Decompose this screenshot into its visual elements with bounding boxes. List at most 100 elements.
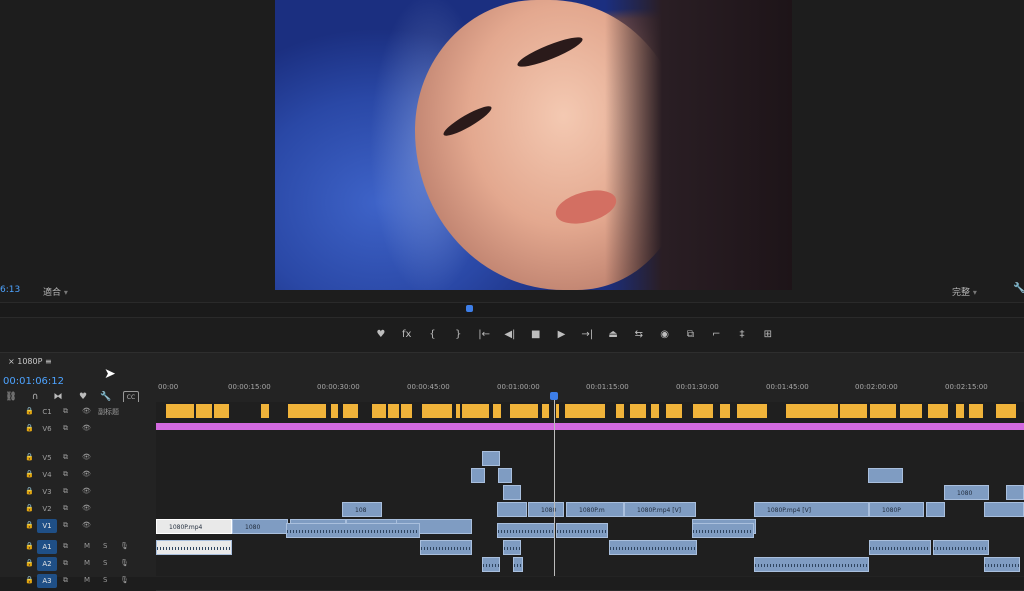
caption-clip[interactable] <box>493 404 501 418</box>
mute-button[interactable]: M <box>84 576 90 584</box>
caption-clip[interactable] <box>196 404 212 418</box>
compare-icon[interactable]: ⧉ <box>678 328 704 342</box>
caption-clip[interactable] <box>372 404 386 418</box>
audio-clip-a1[interactable] <box>497 523 555 538</box>
sync-lock-icon[interactable]: ⧉ <box>63 521 68 530</box>
caption-clip[interactable] <box>630 404 646 418</box>
adjustment-layer-clip[interactable] <box>156 423 1024 430</box>
wrench-icon[interactable]: 🔧 <box>1013 283 1024 294</box>
fit-dropdown[interactable]: 適合 ▾ <box>43 285 68 298</box>
caption-clip[interactable] <box>542 404 549 418</box>
caption-clip[interactable] <box>331 404 338 418</box>
video-clip-v2[interactable]: 1080P <box>869 502 924 517</box>
video-clip-v2[interactable] <box>926 502 945 517</box>
sync-lock-icon[interactable]: ⧉ <box>63 576 68 585</box>
lock-icon[interactable]: 🔒 <box>25 424 34 432</box>
sync-lock-icon[interactable]: ⧉ <box>63 542 68 551</box>
export-icon[interactable]: ⊞ <box>755 328 781 342</box>
video-clip-v4[interactable] <box>498 468 512 483</box>
caption-clip[interactable] <box>510 404 538 418</box>
track-target-v5[interactable]: V5 <box>37 451 57 465</box>
monitor-playhead[interactable] <box>466 305 473 312</box>
caption-clip[interactable] <box>651 404 659 418</box>
video-clip-v2[interactable]: 1080P.m <box>566 502 624 517</box>
eye-icon[interactable]: 👁 <box>82 521 91 529</box>
microphone-icon[interactable]: 🎙 <box>120 559 129 567</box>
lock-icon[interactable]: 🔒 <box>25 504 34 512</box>
audio-clip-a2[interactable] <box>420 540 472 555</box>
lock-icon[interactable]: 🔒 <box>25 487 34 495</box>
lock-icon[interactable]: 🔒 <box>25 521 34 529</box>
caption-clip[interactable] <box>556 404 559 418</box>
caption-clip[interactable] <box>401 404 412 418</box>
lock-icon[interactable]: 🔒 <box>25 407 34 415</box>
video-clip-v4[interactable] <box>471 468 485 483</box>
track-target-v1[interactable]: V1 <box>37 519 57 533</box>
sync-lock-icon[interactable]: ⧉ <box>63 559 68 568</box>
eye-icon[interactable]: 👁 <box>82 453 91 461</box>
caption-clip[interactable] <box>870 404 896 418</box>
audio-clip-a1[interactable] <box>692 523 754 538</box>
stop-icon[interactable]: ■ <box>523 328 549 342</box>
track-target-a3[interactable]: A3 <box>37 574 57 588</box>
lift-icon[interactable]: ⏏ <box>600 328 626 342</box>
video-clip-v2[interactable] <box>497 502 527 517</box>
eye-icon[interactable]: 👁 <box>82 424 91 432</box>
eye-icon[interactable]: 👁 <box>82 407 91 415</box>
audio-clip-a1[interactable] <box>286 523 420 538</box>
track-target-v2[interactable]: V2 <box>37 502 57 516</box>
mute-button[interactable]: M <box>84 559 90 567</box>
caption-clip[interactable] <box>456 404 460 418</box>
track-target-a1[interactable]: A1 <box>37 540 57 554</box>
trim-icon[interactable]: ⌐ <box>703 328 729 342</box>
eye-icon[interactable]: 👁 <box>82 470 91 478</box>
track-target-c1[interactable]: C1 <box>37 405 57 419</box>
caption-clip[interactable] <box>214 404 229 418</box>
sync-lock-icon[interactable]: ⧉ <box>63 470 68 479</box>
video-clip-v2[interactable]: 1080P.mp4 [V] <box>754 502 869 517</box>
solo-button[interactable]: S <box>103 576 107 584</box>
caption-clip[interactable] <box>388 404 399 418</box>
caption-clip[interactable] <box>666 404 682 418</box>
settings-icon[interactable]: ‡ <box>729 328 755 342</box>
caption-clip[interactable] <box>900 404 922 418</box>
video-clip-v2[interactable]: 1080 <box>528 502 564 517</box>
caption-clip[interactable] <box>996 404 1016 418</box>
caption-clip[interactable] <box>343 404 358 418</box>
audio-clip-a3[interactable] <box>754 557 869 572</box>
extract-icon[interactable]: ⇆ <box>626 328 652 342</box>
fx-icon[interactable]: fx <box>394 328 420 342</box>
timeline-timecode[interactable]: 00:01:06:12 <box>3 376 64 387</box>
caption-clip[interactable] <box>462 404 489 418</box>
audio-clip-a2[interactable] <box>156 540 232 555</box>
quality-dropdown[interactable]: 完整 ▾ <box>952 285 977 298</box>
step-forward-icon[interactable]: →| <box>574 328 600 342</box>
mute-button[interactable]: M <box>84 542 90 550</box>
track-target-v4[interactable]: V4 <box>37 468 57 482</box>
video-clip-v3[interactable]: 1080 <box>944 485 989 500</box>
sync-lock-icon[interactable]: ⧉ <box>63 424 68 433</box>
lock-icon[interactable]: 🔒 <box>25 470 34 478</box>
sync-lock-icon[interactable]: ⧉ <box>63 453 68 462</box>
monitor-scrubber[interactable] <box>0 302 1024 318</box>
solo-button[interactable]: S <box>103 559 107 567</box>
audio-clip-a2[interactable] <box>869 540 931 555</box>
timeline-playhead[interactable] <box>550 392 558 400</box>
audio-clip-a3[interactable] <box>984 557 1020 572</box>
caption-clip[interactable] <box>928 404 948 418</box>
video-clip-v1[interactable]: 1080P.mp4 <box>156 519 232 534</box>
lock-icon[interactable]: 🔒 <box>25 542 34 550</box>
caption-clip[interactable] <box>786 404 838 418</box>
lock-icon[interactable]: 🔒 <box>25 576 34 584</box>
video-clip-v3[interactable] <box>1006 485 1024 500</box>
audio-clip-a1[interactable] <box>556 523 608 538</box>
video-clip-v2[interactable]: 1080P.mp4 [V] <box>624 502 696 517</box>
caption-clip[interactable] <box>288 404 326 418</box>
go-to-in-icon[interactable]: |← <box>471 328 497 342</box>
mark-in-icon[interactable]: { <box>420 328 446 342</box>
play-icon[interactable]: ▶ <box>549 328 575 342</box>
microphone-icon[interactable]: 🎙 <box>120 542 129 550</box>
mark-out-icon[interactable]: } <box>445 328 471 342</box>
marker-icon[interactable]: ♥ <box>368 328 394 342</box>
caption-clip[interactable] <box>565 404 605 418</box>
